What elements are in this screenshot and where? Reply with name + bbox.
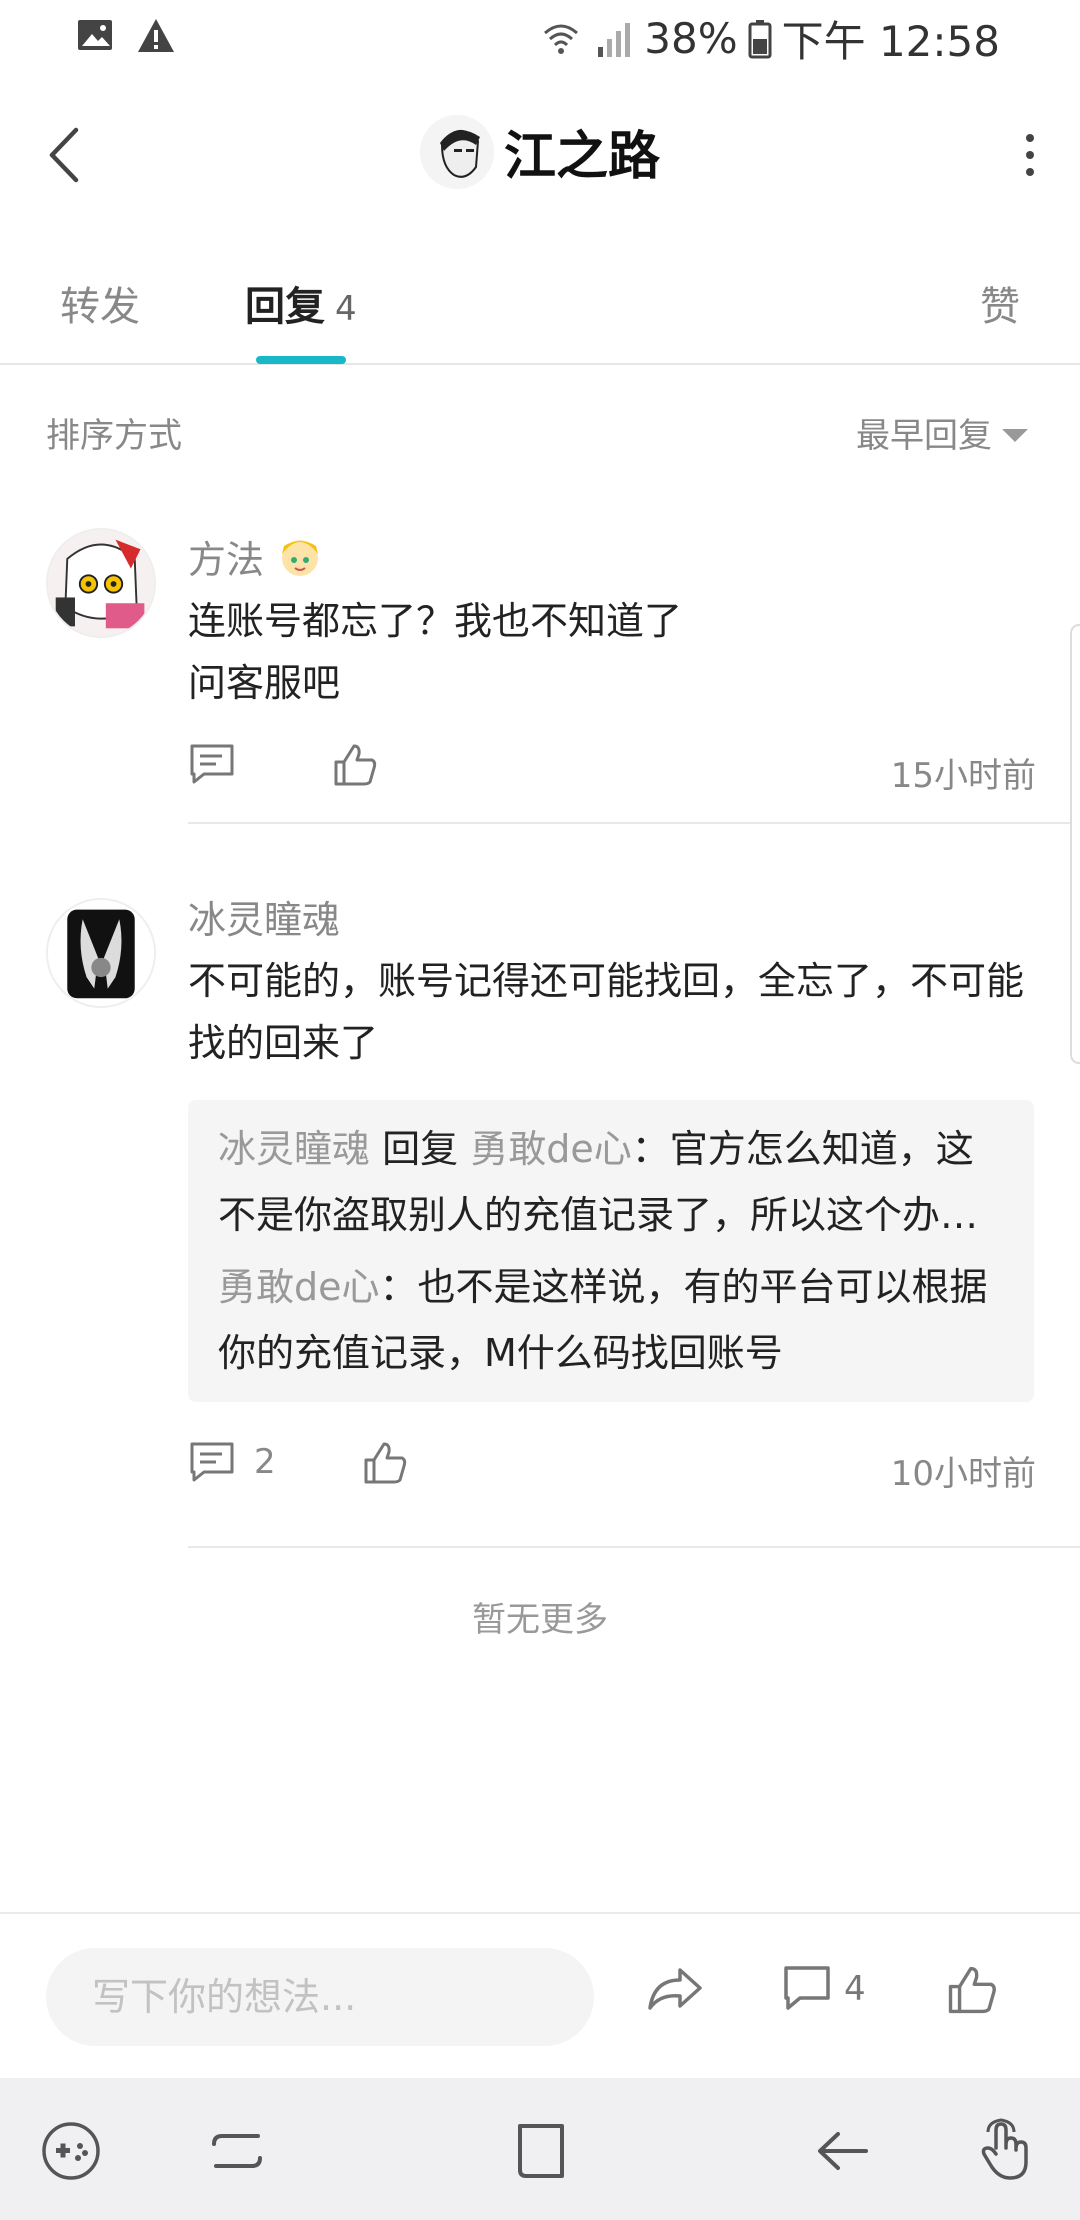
comments-button[interactable]: 4 [782,1964,866,2014]
nested-reply: 冰灵瞳魂 回复 勇敢de心：官方怎么知道，这不是你盗取别人的充值记录了，所以这个… [218,1116,1004,1248]
comment-input-bar: 4 [0,1912,1080,2078]
tab-reply-label: 回复 [245,284,325,330]
clock: 下午 12:58 [781,17,1000,66]
comment-icon [190,1442,234,1482]
thumbs-up-icon [364,1442,407,1484]
comment-icon [190,744,234,784]
comment-text-line: 问客服吧 [188,661,341,705]
page-title: 江之路 [503,127,660,187]
reply-target-user[interactable]: 勇敢de心 [470,1127,632,1171]
comment-author[interactable]: 方法 [188,528,1036,584]
share-arrow-icon [648,1968,702,2010]
battery-icon [748,19,772,58]
comment-time: 10小时前 [890,1454,1036,1494]
author-avatar-image [419,114,494,189]
comment-text: 不可能的，账号记得还可能找回，全忘了，不可能找的回来了 [188,959,1025,1065]
share-button[interactable] [646,1964,704,2014]
avatar-image [48,530,154,636]
comment-text: 连账号都忘了？我也不知道了 问客服吧 [188,590,1036,714]
active-tab-indicator [256,356,346,364]
reply-user[interactable]: 冰灵瞳魂 [218,1127,370,1171]
comment-author[interactable]: 冰灵瞳魂 [188,888,1036,944]
thumbs-up-icon [334,744,377,786]
reply-button[interactable] [188,742,254,786]
more-options-icon[interactable] [1020,130,1040,180]
sort-label: 排序方式 [46,416,182,456]
header: 江之路 [0,100,1080,210]
title-group[interactable]: 江之路 [0,114,1080,189]
recent-apps-icon[interactable] [204,2118,270,2184]
comment-time: 15小时前 [890,756,1036,796]
sort-row: 排序方式 最早回复 [0,400,1080,460]
reply-user[interactable]: 勇敢de心 [218,1265,380,1309]
no-more-label: 暂无更多 [472,1600,608,1640]
comment-input[interactable] [46,1948,594,2046]
warning-icon [138,19,174,52]
sort-value: 最早回复 [856,416,992,456]
user-badge-icon [282,540,319,576]
like-button[interactable] [332,742,378,788]
back-nav-icon[interactable] [810,2118,876,2184]
battery-percent: 38% [644,14,738,63]
caret-down-icon [1002,429,1028,442]
author-avatar[interactable] [419,114,494,189]
like-button[interactable] [362,1440,408,1486]
signal-icon [598,22,631,57]
tab-reply[interactable]: 回复 4 [245,274,357,332]
comment-text-line: 连账号都忘了？我也不知道了 [188,599,683,643]
comment-icon [784,1966,830,2010]
reply-word: 回复 [382,1127,459,1171]
like-post-button[interactable] [946,1964,998,2016]
avatar[interactable] [46,528,156,638]
system-nav-bar [0,2078,1080,2220]
scroll-indicator[interactable] [1070,624,1080,1064]
wifi-icon [544,24,579,54]
tab-bar: 转发 回复 4 赞 [0,260,1080,365]
comment-count: 4 [844,1969,866,2009]
reply-button[interactable]: 2 [188,1440,276,1484]
comment-author-name: 方法 [188,537,265,582]
touch-gesture-icon[interactable] [974,2118,1040,2184]
status-bar: 38% 下午 12:58 [0,0,1080,72]
reply-count: 2 [254,1442,276,1482]
tab-like[interactable]: 赞 [980,274,1020,332]
avatar[interactable] [46,898,156,1008]
thumbs-up-icon [948,1966,996,2014]
tab-forward[interactable]: 转发 [60,274,140,332]
home-icon[interactable] [508,2118,574,2184]
sort-dropdown[interactable]: 最早回复 [856,408,1028,457]
game-tools-icon[interactable] [38,2118,104,2184]
nested-replies[interactable]: 冰灵瞳魂 回复 勇敢de心：官方怎么知道，这不是你盗取别人的充值记录了，所以这个… [188,1100,1034,1402]
image-notification-icon [78,20,112,50]
divider [188,1546,1080,1548]
nested-reply: 勇敢de心：也不是这样说，有的平台可以根据你的充值记录，M什么码找回账号 [218,1254,1004,1386]
comment-author-name: 冰灵瞳魂 [188,897,341,942]
avatar-image [48,900,154,1006]
divider [188,822,1080,824]
tab-reply-count: 4 [335,289,357,329]
